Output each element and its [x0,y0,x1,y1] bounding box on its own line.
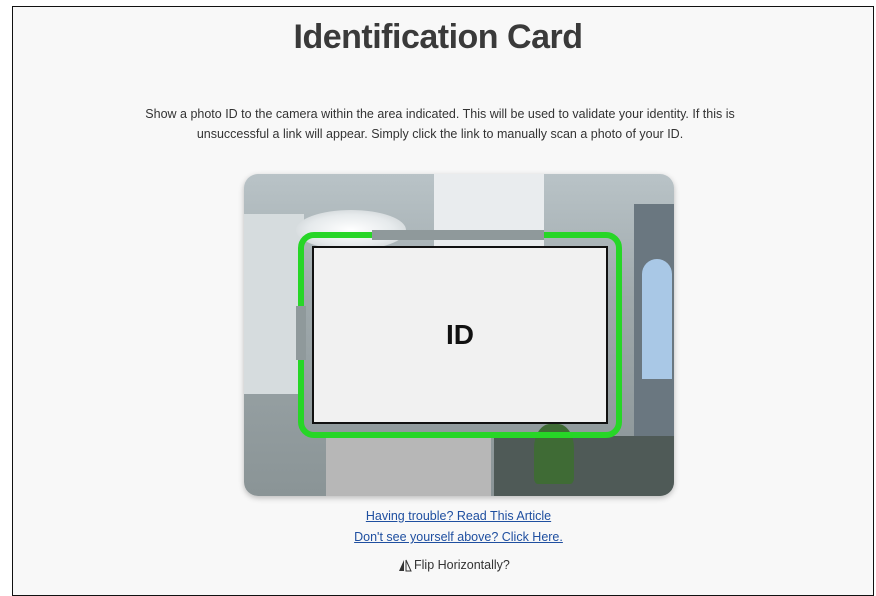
flip-icon [399,559,412,572]
flip-horizontally-toggle[interactable]: Flip Horizontally? [398,558,510,572]
guide-frame-gap [372,230,544,240]
trouble-article-link[interactable]: Having trouble? Read This Article [0,509,876,523]
manual-scan-link[interactable]: Don't see yourself above? Click Here. [0,530,876,544]
page-title: Identification Card [293,18,583,56]
flip-label: Flip Horizontally? [414,558,510,572]
camera-background [494,436,674,496]
id-placeholder: ID [312,246,608,424]
camera-background [326,432,491,496]
instructions-text: Show a photo ID to the camera within the… [145,107,735,141]
camera-background [244,214,304,394]
camera-background [642,259,672,379]
guide-frame-gap [296,306,306,360]
